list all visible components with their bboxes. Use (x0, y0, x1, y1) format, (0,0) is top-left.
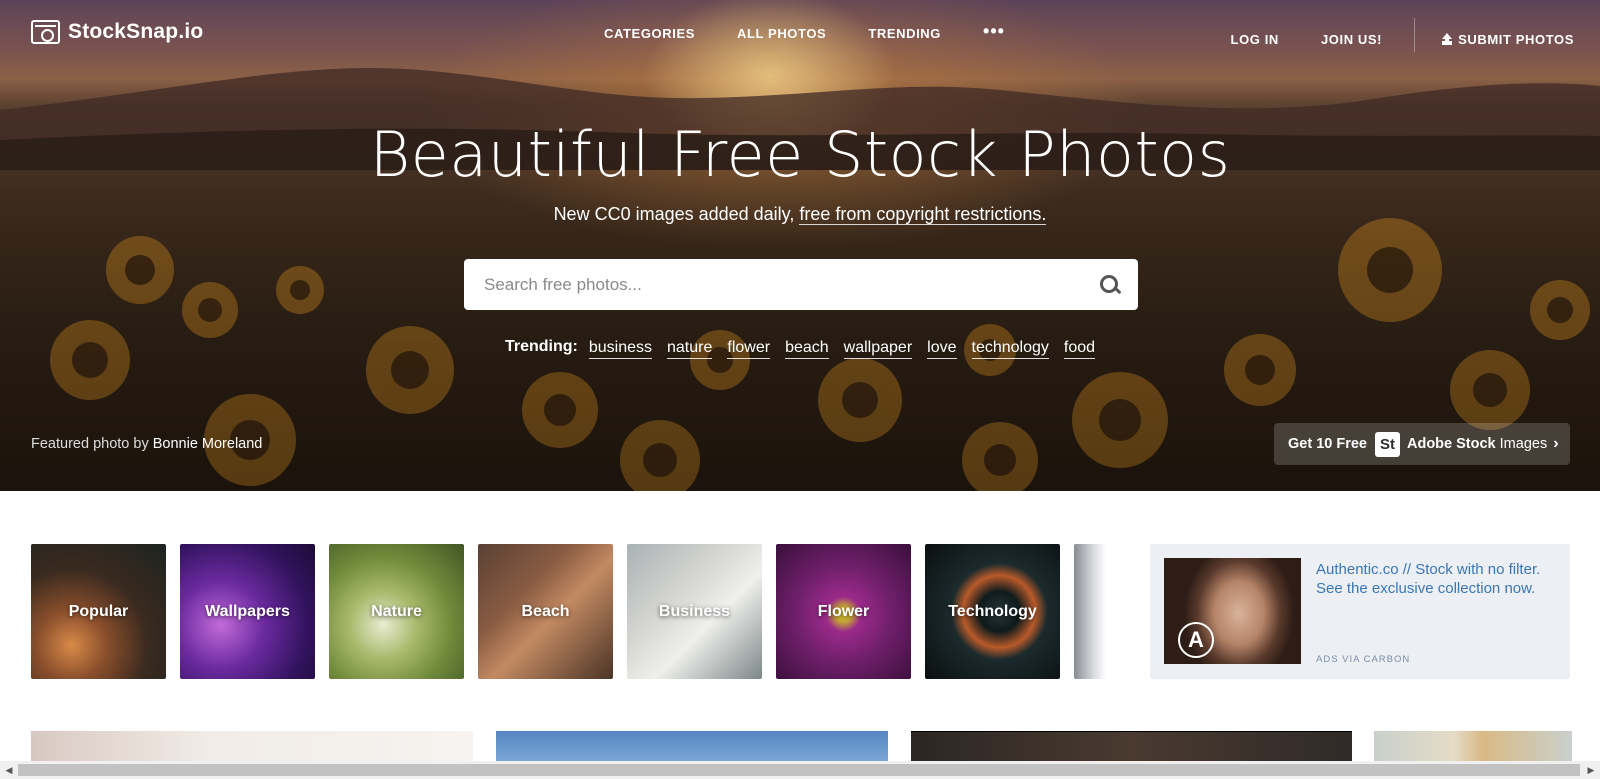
logo-text: StockSnap.io (68, 20, 204, 43)
photo-thumbnail[interactable] (911, 731, 1352, 761)
nav-all-photos-link[interactable]: ALL PHOTOS (737, 26, 826, 41)
featured-prefix: Featured photo by (31, 436, 153, 452)
trending-tag[interactable]: nature (667, 338, 713, 359)
camera-icon (31, 20, 60, 44)
category-label: Wallpapers (205, 602, 290, 620)
join-link[interactable]: JOIN US! (1321, 32, 1382, 47)
adobe-stock-button[interactable]: Get 10 Free St Adobe Stock Images › (1274, 423, 1570, 465)
trending-label: Trending: (504, 338, 578, 355)
submit-photos-label: SUBMIT PHOTOS (1458, 31, 1574, 47)
scroll-left-icon[interactable]: ◀ (0, 761, 18, 779)
adobe-stock-logo-icon: St (1375, 431, 1400, 457)
nav-divider (1414, 18, 1416, 52)
category-wallpapers[interactable]: Wallpapers (180, 544, 315, 679)
hero-title: Beautiful Free Stock Photos (369, 118, 1231, 191)
site-logo[interactable]: StockSnap.io (31, 20, 203, 44)
upload-icon (1441, 33, 1453, 45)
trending-tags: Trending: business nature flower beach w… (0, 338, 1600, 359)
carbon-ad[interactable]: A Authentic.co // Stock with no filter. … (1150, 544, 1570, 679)
search-button[interactable] (1082, 259, 1138, 310)
adobe-prefix: Get 10 Free (1288, 436, 1367, 452)
chevron-right-icon: › (1553, 435, 1559, 452)
main-nav-links: CATEGORIES ALL PHOTOS TRENDING ••• (604, 22, 1005, 41)
category-label: Business (658, 602, 731, 620)
copyright-link[interactable]: free from copyright restrictions. (799, 204, 1047, 225)
scrollbar-thumb[interactable] (18, 764, 1580, 776)
hero-subtitle: New CC0 images added daily, free from co… (0, 204, 1600, 225)
search-bar (464, 259, 1138, 310)
category-label: Flower (817, 602, 870, 620)
photo-thumbnail[interactable] (496, 731, 888, 761)
carousel-fade-edge (1074, 544, 1106, 679)
search-icon (1100, 274, 1120, 295)
nav-categories-link[interactable]: CATEGORIES (604, 26, 695, 41)
category-label: Popular (68, 602, 129, 620)
hero-subtitle-text: New CC0 images added daily, (553, 204, 800, 224)
category-nature[interactable]: Nature (329, 544, 464, 679)
horizontal-scrollbar[interactable]: ◀ ▶ (0, 761, 1600, 779)
nav-trending-link[interactable]: TRENDING (868, 26, 941, 41)
category-popular[interactable]: Popular (31, 544, 166, 679)
adobe-suffix: Images (1499, 436, 1548, 452)
category-label: Technology (948, 602, 1037, 620)
category-beach[interactable]: Beach (478, 544, 613, 679)
trending-tag[interactable]: business (588, 338, 652, 359)
category-carousel: Popular Wallpapers Nature Beach Business… (31, 544, 1106, 679)
more-menu-icon[interactable]: ••• (983, 22, 1005, 41)
category-flower[interactable]: Flower (776, 544, 911, 679)
adobe-brand: Adobe Stock (1407, 436, 1496, 452)
hero-banner: StockSnap.io CATEGORIES ALL PHOTOS TREND… (0, 0, 1600, 491)
featured-photo-credit: Featured photo by Bonnie Moreland (31, 436, 262, 452)
login-link[interactable]: LOG IN (1231, 32, 1279, 47)
trending-tag[interactable]: food (1063, 338, 1096, 359)
category-business[interactable]: Business (627, 544, 762, 679)
hero-overlay (0, 0, 1600, 491)
scroll-right-icon[interactable]: ▶ (1582, 761, 1600, 779)
top-navigation: StockSnap.io CATEGORIES ALL PHOTOS TREND… (0, 0, 1600, 68)
trending-tag[interactable]: technology (971, 338, 1049, 359)
trending-tag[interactable]: beach (785, 338, 829, 359)
authentic-logo-icon: A (1178, 622, 1214, 658)
search-input[interactable] (464, 259, 1082, 310)
trending-tag[interactable]: wallpaper (843, 338, 913, 359)
ad-text-link[interactable]: Authentic.co // Stock with no filter. Se… (1316, 560, 1556, 598)
category-label: Beach (521, 602, 570, 620)
submit-photos-link[interactable]: SUBMIT PHOTOS (1441, 32, 1574, 47)
category-label: Nature (371, 602, 422, 620)
trending-tag[interactable]: love (927, 338, 957, 359)
photo-thumbnail[interactable] (31, 731, 473, 761)
category-technology[interactable]: Technology (925, 544, 1060, 679)
ad-image[interactable]: A (1164, 558, 1301, 664)
photo-grid-row (0, 731, 1600, 761)
photo-thumbnail[interactable] (1374, 731, 1572, 761)
featured-author-link[interactable]: Bonnie Moreland (153, 436, 263, 452)
trending-tag[interactable]: flower (727, 338, 771, 359)
account-nav: LOG IN JOIN US! SUBMIT PHOTOS (1189, 18, 1574, 52)
ads-via-carbon-link[interactable]: ADS VIA CARBON (1316, 654, 1410, 665)
